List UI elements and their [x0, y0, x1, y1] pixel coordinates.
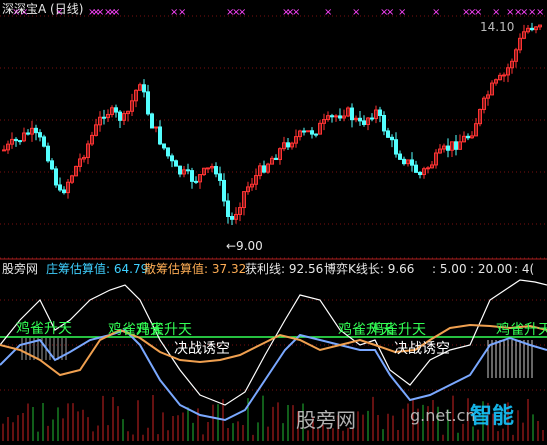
candle-body: [178, 165, 182, 175]
watermark-brand: 智能: [470, 404, 515, 429]
signal-marker: ×: [238, 7, 246, 18]
candle-body: [118, 111, 122, 121]
candle-body: [214, 166, 218, 175]
signal-marker: ×: [352, 7, 360, 18]
indicator-item: 博弈K线长: 9.66: [324, 262, 415, 276]
candle-body: [362, 120, 366, 125]
candle-body: [314, 133, 318, 136]
signal-marker: ×: [432, 7, 440, 18]
candle-body: [2, 149, 6, 152]
indicator-item: : 5.00: [432, 262, 467, 276]
candle-body: [466, 135, 470, 139]
signal-label: 鸡雀升天: [136, 322, 192, 338]
candle-body: [186, 169, 190, 172]
signal-label: 鸡雀升天: [16, 321, 72, 337]
candle-body: [170, 155, 174, 162]
candle-body: [286, 142, 290, 148]
candle-body: [114, 107, 118, 113]
price-high-label: 14.10: [480, 20, 515, 34]
signal-marker: ×: [474, 7, 482, 18]
chart-window: × × × × × × × × × × × × × × × × × × × × × × × × × × × × × × × × 深深宝A (日…: [0, 0, 547, 441]
candle-body: [218, 173, 222, 181]
candle-body: [38, 132, 42, 138]
candle-body: [222, 179, 226, 202]
indicator-item: 庄筹估算值: 64.79: [46, 262, 149, 276]
security-title: 深深宝A (日线): [2, 2, 84, 16]
candle-body: [26, 132, 30, 135]
signal-label: 鸡雀升天: [370, 322, 426, 338]
signal-marker: ×: [112, 7, 120, 18]
indicator-item: 获利线: 92.56: [245, 262, 324, 276]
signal-marker: ×: [386, 7, 394, 18]
candle-body: [166, 147, 170, 157]
profit-line: [0, 279, 547, 406]
candle-body: [54, 168, 58, 186]
candle-body: [274, 157, 278, 161]
candle-body: [58, 184, 62, 191]
candle-body: [226, 200, 230, 218]
candle-body: [338, 115, 342, 119]
candle-body: [302, 130, 306, 133]
watermark-text: 股旁网: [296, 408, 356, 432]
candle-body: [310, 130, 314, 135]
signal-label: 鸡雀升天: [496, 322, 547, 338]
candle-body: [370, 117, 374, 120]
signal-marker: ×: [536, 7, 544, 18]
signal-marker: ×: [492, 7, 500, 18]
candle-body: [382, 114, 386, 132]
candle-body: [390, 136, 394, 141]
candle-body: [50, 160, 54, 170]
signal-marker: ×: [398, 7, 406, 18]
watermark-site: g.net.cn: [410, 406, 476, 425]
candle-body: [398, 153, 402, 160]
candle-body: [418, 171, 422, 176]
candle-body: [154, 126, 158, 129]
candle-body: [378, 109, 382, 116]
candle-body: [394, 139, 398, 155]
candle-body: [334, 115, 338, 118]
candle-body: [262, 165, 266, 173]
indicator-item: 散筹估算值: 37.32: [144, 262, 247, 276]
candle-body: [158, 126, 162, 145]
candle-body: [358, 117, 362, 122]
chart-canvas[interactable]: × × × ××× ××× × × ××× ××× × × ×× × × ××× × × ×× × ×: [0, 0, 547, 441]
candle-body: [142, 84, 146, 93]
candle-body: [350, 107, 354, 121]
signal-marker: ×: [324, 7, 332, 18]
signal-label: 决战诱空: [394, 341, 450, 357]
indicator-item: : 20.00: [470, 262, 513, 276]
indicator-name: 股旁网: [2, 262, 39, 276]
candle-body: [402, 158, 406, 165]
candle-body: [330, 115, 334, 118]
candle-body: [530, 27, 534, 31]
candle-body: [34, 127, 38, 134]
candle-body: [150, 113, 154, 129]
candle-body: [146, 91, 150, 115]
candle-body: [446, 145, 450, 151]
signal-label: 决战诱空: [174, 341, 230, 357]
candle-body: [454, 141, 458, 150]
candle-body: [230, 216, 234, 220]
candle-body: [206, 167, 210, 170]
candle-body: [414, 164, 418, 173]
indicator-item: : 4(: [514, 262, 535, 276]
candle-body: [42, 136, 46, 147]
candle-body: [102, 116, 106, 119]
candle-body: [306, 130, 310, 133]
candle-body: [14, 138, 18, 142]
candle-body: [174, 160, 178, 167]
candle-body: [386, 130, 390, 138]
candle-body: [426, 167, 430, 170]
candle-body: [194, 180, 198, 183]
candle-body: [190, 170, 194, 182]
candle-body: [18, 140, 22, 143]
price-low-label: ←9.00: [226, 239, 263, 253]
signal-marker: ×: [178, 7, 186, 18]
candle-body: [410, 159, 414, 166]
signal-marker: ×: [292, 7, 300, 18]
candle-body: [62, 189, 66, 194]
candle-body: [502, 74, 506, 77]
candle-body: [46, 145, 50, 162]
candle-body: [162, 143, 166, 149]
